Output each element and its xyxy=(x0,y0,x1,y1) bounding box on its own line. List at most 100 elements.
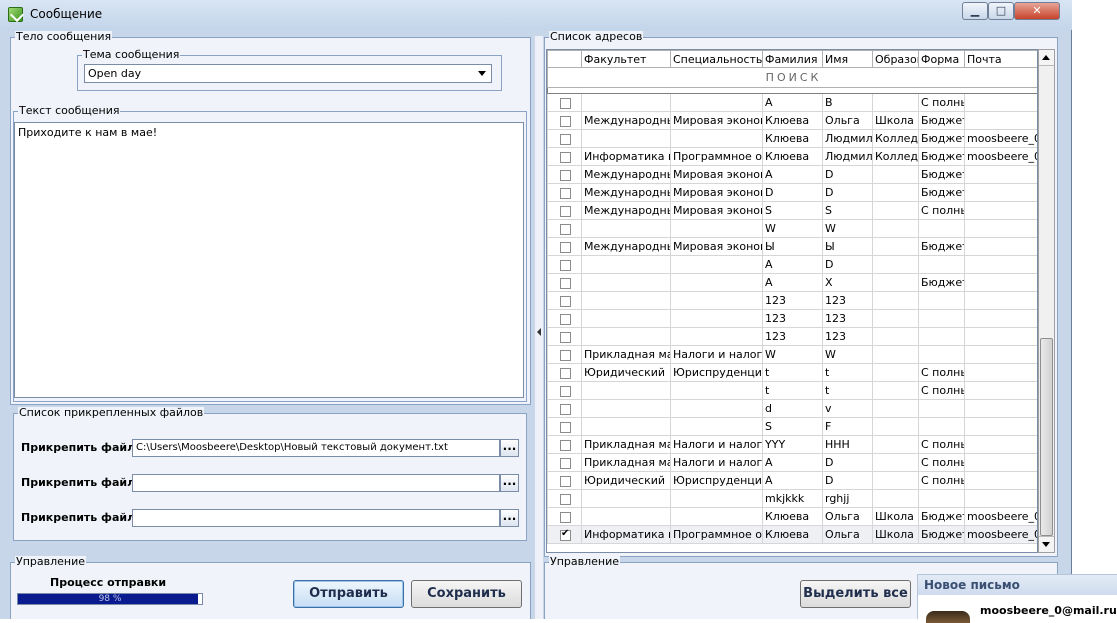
row-checkbox-cell[interactable] xyxy=(547,525,582,544)
scroll-up-arrow-icon[interactable] xyxy=(1039,50,1054,66)
table-row[interactable]: WW xyxy=(547,219,1037,238)
column-header[interactable]: Форма xyxy=(918,50,965,68)
row-checkbox-cell[interactable] xyxy=(547,381,582,400)
new-mail-notification[interactable]: Новое письмо moosbeere_0@mail.ru xyxy=(917,574,1117,623)
column-header[interactable]: Почта xyxy=(964,50,1037,68)
row-checkbox[interactable] xyxy=(560,367,571,379)
table-row[interactable]: Клюева Ольга Школа Бюджет moosbeere_0( xyxy=(547,507,1037,526)
table-row[interactable]: SF xyxy=(547,417,1037,436)
row-checkbox[interactable] xyxy=(560,187,571,199)
maximize-button[interactable]: □ xyxy=(988,2,1014,20)
table-scrollbar[interactable] xyxy=(1038,49,1055,553)
row-checkbox[interactable] xyxy=(560,259,571,271)
column-header[interactable]: Образов xyxy=(872,50,919,68)
table-row[interactable]: Юридический Юриспруденция t t С полнь xyxy=(547,363,1037,382)
select-all-button[interactable]: Выделить все xyxy=(800,580,911,608)
table-row[interactable]: Юридический Юриспруденция A D С полнь xyxy=(547,471,1037,490)
row-checkbox[interactable] xyxy=(560,277,571,289)
row-checkbox-cell[interactable] xyxy=(547,111,582,130)
table-row[interactable]: МеждународныеМировая экономКлюеваОльгаШк… xyxy=(547,111,1037,130)
table-row[interactable]: МеждународныеМировая экономSSС полнь xyxy=(547,201,1037,220)
row-checkbox[interactable] xyxy=(560,403,571,415)
table-row[interactable]: МеждународныеМировая экономЫЫБюджет xyxy=(547,237,1037,256)
table-row[interactable]: Информатика иПрограммное обКлюеваЛюдмила… xyxy=(547,147,1037,166)
table-row[interactable]: tt С полнь xyxy=(547,381,1037,400)
attach-browse-button-3[interactable]: ... xyxy=(500,509,519,527)
attach-input-3[interactable] xyxy=(132,509,500,527)
row-checkbox-cell[interactable] xyxy=(547,435,582,454)
chevron-down-icon[interactable] xyxy=(475,67,489,80)
row-checkbox[interactable] xyxy=(560,511,571,523)
row-checkbox[interactable] xyxy=(560,493,571,505)
table-row[interactable]: КлюеваЛюдмилаКолледжБюджетmoosbeere_0( xyxy=(547,129,1037,148)
scroll-down-arrow-icon[interactable] xyxy=(1039,536,1054,552)
row-checkbox[interactable] xyxy=(560,205,571,217)
minimize-button[interactable]: ▁ xyxy=(962,2,988,20)
row-checkbox[interactable] xyxy=(560,385,571,397)
row-checkbox[interactable] xyxy=(560,349,571,361)
attach-browse-button-2[interactable]: ... xyxy=(500,474,519,492)
table-row[interactable]: A X Бюджет xyxy=(547,273,1037,292)
row-checkbox-cell[interactable] xyxy=(547,129,582,148)
row-checkbox-cell[interactable] xyxy=(547,147,582,166)
column-header[interactable]: Фамилия xyxy=(762,50,823,68)
table-row[interactable]: dv xyxy=(547,399,1037,418)
column-header[interactable]: Имя xyxy=(822,50,873,68)
row-checkbox-cell[interactable] xyxy=(547,489,582,508)
column-header[interactable]: Факультет xyxy=(581,50,671,68)
row-checkbox-cell[interactable] xyxy=(547,237,582,256)
table-row[interactable]: Прикладная матНалоги и налогооAD С полнь xyxy=(547,453,1037,472)
row-checkbox-cell[interactable] xyxy=(547,345,582,364)
row-checkbox[interactable] xyxy=(560,295,571,307)
row-checkbox[interactable] xyxy=(560,151,571,163)
message-text-input[interactable]: Приходите к нам в мае! xyxy=(14,122,524,398)
row-checkbox-cell[interactable] xyxy=(547,273,582,292)
row-checkbox-cell[interactable] xyxy=(547,219,582,238)
row-checkbox-cell[interactable] xyxy=(547,363,582,382)
subject-select[interactable]: Open day xyxy=(84,64,492,83)
save-button[interactable]: Сохранить xyxy=(411,580,522,608)
table-row[interactable]: Прикладная матНалоги и налогооWW xyxy=(547,345,1037,364)
row-checkbox-cell[interactable] xyxy=(547,453,582,472)
row-checkbox[interactable] xyxy=(560,457,571,469)
row-checkbox-cell[interactable] xyxy=(547,165,582,184)
row-checkbox[interactable] xyxy=(560,528,571,541)
row-checkbox-cell[interactable] xyxy=(547,399,582,418)
table-row[interactable]: Прикладная матНалоги и налогооYYYHHH С по… xyxy=(547,435,1037,454)
table-row[interactable]: mkjkkk rghjj xyxy=(547,489,1037,508)
attach-input-1[interactable]: C:\Users\Moosbeere\Desktop\Новый текстов… xyxy=(132,439,500,457)
search-label[interactable]: ПОИСК xyxy=(547,67,1037,88)
row-checkbox[interactable] xyxy=(560,331,571,343)
attach-browse-button-1[interactable]: ... xyxy=(500,439,519,457)
row-checkbox[interactable] xyxy=(560,223,571,235)
row-checkbox[interactable] xyxy=(560,115,571,127)
table-row[interactable]: МеждународныеМировая экономDDБюджет xyxy=(547,183,1037,202)
table-row[interactable]: МеждународныеМировая экономAD Бюджет xyxy=(547,165,1037,184)
row-checkbox[interactable] xyxy=(560,97,571,109)
column-header[interactable]: Специальность xyxy=(670,50,763,68)
row-checkbox[interactable] xyxy=(560,133,571,145)
row-checkbox[interactable] xyxy=(560,439,571,451)
close-button[interactable]: ✕ xyxy=(1014,2,1060,20)
row-checkbox[interactable] xyxy=(560,313,571,325)
table-row[interactable]: 123 123 xyxy=(547,327,1037,346)
table-row[interactable]: AB С полнь xyxy=(547,93,1037,112)
panel-splitter[interactable] xyxy=(535,36,543,619)
table-row[interactable]: 123 123 xyxy=(547,291,1037,310)
table-row[interactable]: Информатика иПрограммное обКлюеваОльгаШк… xyxy=(547,525,1037,544)
search-row[interactable]: ПОИСК xyxy=(547,67,1037,88)
column-header[interactable] xyxy=(547,50,582,68)
row-checkbox-cell[interactable] xyxy=(547,327,582,346)
table-row[interactable]: 123 123 xyxy=(547,309,1037,328)
row-checkbox-cell[interactable] xyxy=(547,291,582,310)
title-bar[interactable]: Сообщение ▁ □ ✕ xyxy=(0,0,1072,30)
table-row[interactable]: AD xyxy=(547,255,1037,274)
row-checkbox-cell[interactable] xyxy=(547,507,582,526)
row-checkbox-cell[interactable] xyxy=(547,201,582,220)
row-checkbox-cell[interactable] xyxy=(547,93,582,112)
send-button[interactable]: Отправить xyxy=(293,580,404,608)
row-checkbox[interactable] xyxy=(560,421,571,433)
row-checkbox-cell[interactable] xyxy=(547,255,582,274)
row-checkbox-cell[interactable] xyxy=(547,183,582,202)
row-checkbox[interactable] xyxy=(560,241,571,253)
